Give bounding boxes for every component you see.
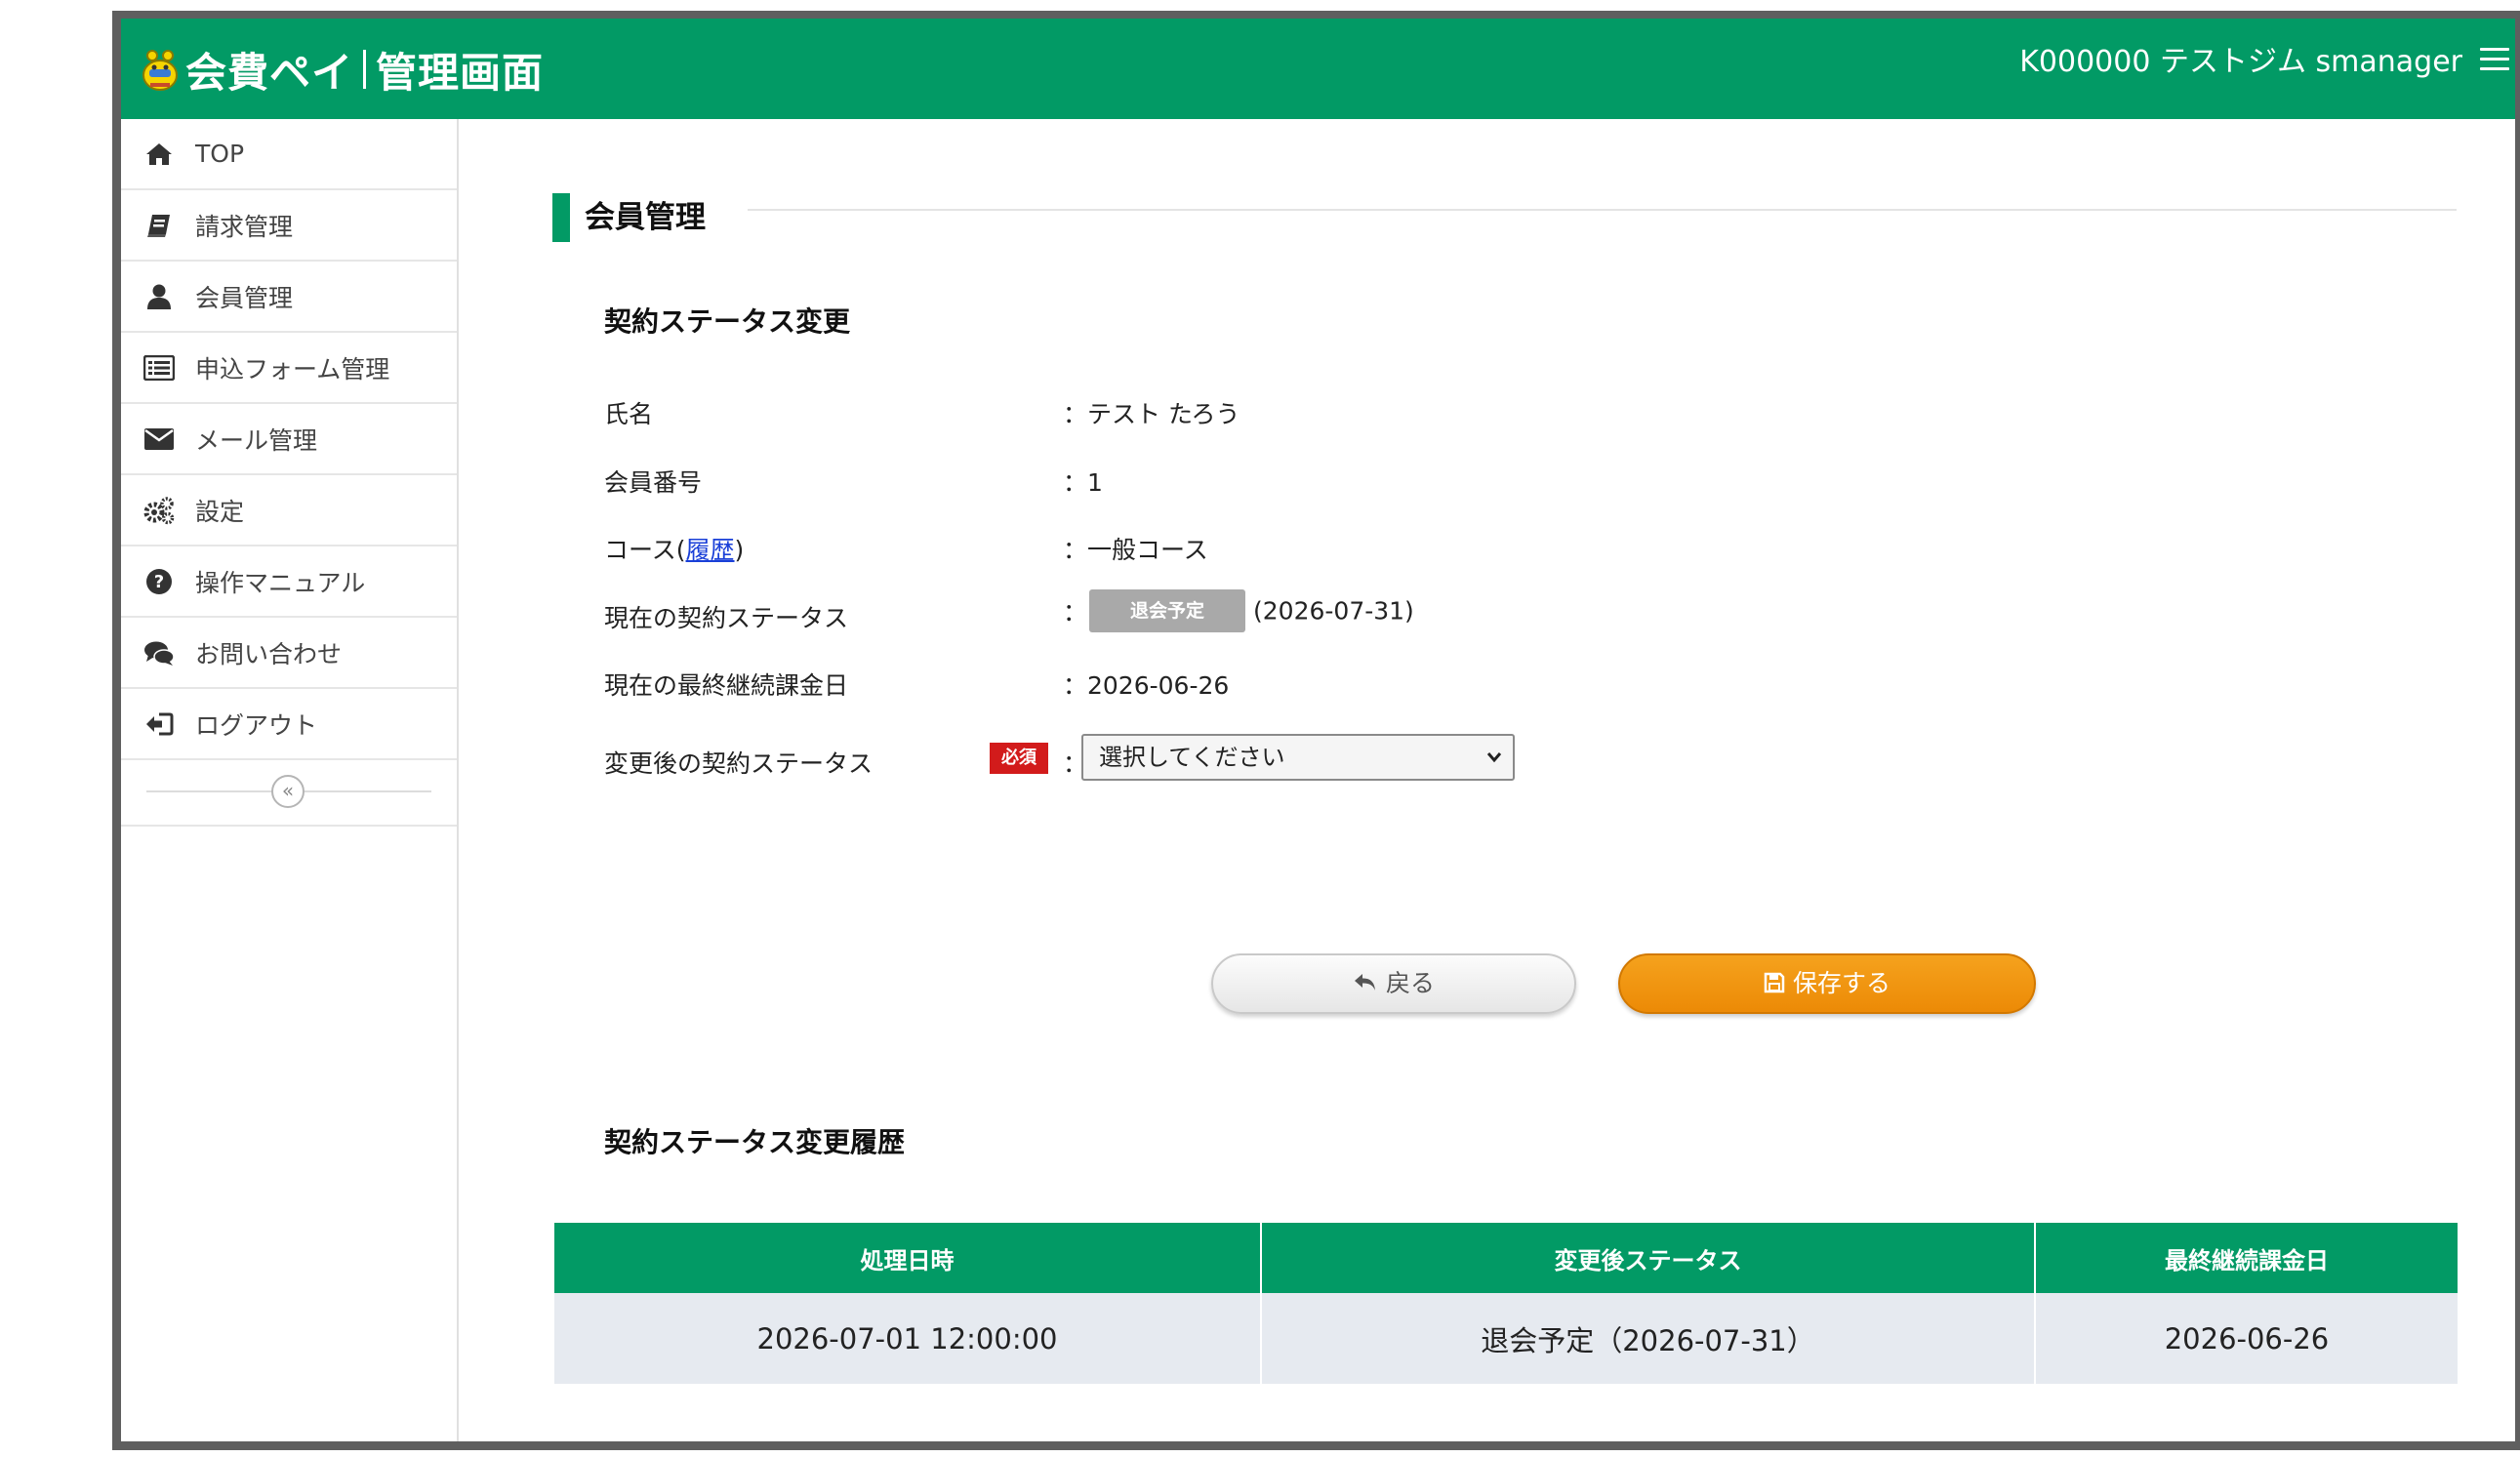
browser-frame: 会費ペイ 管理画面 K000000 テストジム smanager TOP 請求管… xyxy=(112,11,2520,1450)
user-icon xyxy=(142,280,176,313)
sidebar-item-application-forms[interactable]: 申込フォーム管理 xyxy=(121,333,457,404)
cell-last-billing-date: 2026-06-26 xyxy=(2035,1293,2458,1384)
new-status-select[interactable]: 選択してください xyxy=(1081,734,1515,781)
chevron-down-icon xyxy=(1485,736,1503,795)
sidebar-collapse-row: « xyxy=(121,760,457,827)
course-label-close: ) xyxy=(734,536,745,564)
back-button[interactable]: 戻る xyxy=(1211,953,1576,1014)
sidebar-item-logout[interactable]: ログアウト xyxy=(121,689,457,760)
sidebar-item-label: 申込フォーム管理 xyxy=(195,354,390,384)
chat-bubbles-icon xyxy=(142,636,176,669)
undo-arrow-icon xyxy=(1353,969,1378,997)
page-title: 会員管理 xyxy=(585,200,706,235)
book-icon xyxy=(142,209,176,242)
sidebar-item-label: 請求管理 xyxy=(195,212,294,241)
column-header-last-billing-date: 最終継続課金日 xyxy=(2035,1223,2458,1293)
name-value: ：テスト たろう xyxy=(1063,400,1240,428)
list-form-icon xyxy=(142,351,176,384)
mascot-logo-icon xyxy=(142,50,178,91)
sidebar-item-label: 会員管理 xyxy=(195,283,294,312)
status-history-table: 処理日時 変更後ステータス 最終継続課金日 2026-07-01 12:00:0… xyxy=(554,1223,2458,1384)
main-content: 会員管理 契約ステータス変更 氏名 ：テスト たろう 会員番号 ：1 コース(履… xyxy=(459,119,2515,1441)
gears-icon xyxy=(142,494,176,527)
last-billing-label: 現在の最終継続課金日 xyxy=(604,671,849,700)
course-value: ：一般コース xyxy=(1063,536,1208,564)
title-accent-bar xyxy=(552,193,570,242)
save-button[interactable]: 保存する xyxy=(1618,953,2036,1014)
sidebar: TOP 請求管理 会員管理 申込フォーム管理 メール管理 設定 ? 操作マニュア… xyxy=(121,119,459,1441)
floppy-disk-icon xyxy=(1764,969,1785,997)
question-circle-icon: ? xyxy=(142,565,176,598)
column-header-processed-at: 処理日時 xyxy=(554,1223,1262,1293)
cell-processed-at: 2026-07-01 12:00:00 xyxy=(554,1293,1262,1384)
back-button-label: 戻る xyxy=(1385,969,1435,997)
table-row: 2026-07-01 12:00:00 退会予定（2026-07-31） 202… xyxy=(554,1293,2458,1384)
sidebar-item-settings[interactable]: 設定 xyxy=(121,475,457,546)
required-badge: 必須 xyxy=(990,743,1048,774)
table-header-row: 処理日時 変更後ステータス 最終継続課金日 xyxy=(554,1223,2458,1293)
history-title: 契約ステータス変更履歴 xyxy=(604,1126,906,1158)
account-label: K000000 テストジム smanager xyxy=(2019,45,2462,79)
collapse-sidebar-button[interactable]: « xyxy=(271,775,305,808)
sidebar-item-manual[interactable]: ? 操作マニュアル xyxy=(121,546,457,618)
top-header: 会費ペイ 管理画面 K000000 テストジム smanager xyxy=(121,19,2515,119)
sidebar-item-mail[interactable]: メール管理 xyxy=(121,404,457,475)
page-title-row: 会員管理 xyxy=(552,193,2457,242)
sidebar-item-label: 操作マニュアル xyxy=(195,568,366,597)
column-header-new-status: 変更後ステータス xyxy=(1261,1223,2036,1293)
sign-out-icon xyxy=(142,708,176,741)
current-status-date: (2026-07-31) xyxy=(1253,596,1414,626)
logo-separator xyxy=(363,50,367,89)
status-badge: 退会予定 xyxy=(1089,589,1246,632)
course-label-text: コース( xyxy=(604,536,686,564)
sidebar-item-label: メール管理 xyxy=(195,425,318,455)
name-label: 氏名 xyxy=(604,400,654,428)
sidebar-item-label: TOP xyxy=(195,140,245,168)
envelope-icon xyxy=(142,423,176,456)
sidebar-item-label: ログアウト xyxy=(195,710,318,740)
home-icon xyxy=(142,138,176,171)
current-status-label: 現在の契約ステータス xyxy=(604,604,849,632)
svg-text:?: ? xyxy=(154,572,164,592)
save-button-label: 保存する xyxy=(1792,969,1890,997)
cell-new-status: 退会予定（2026-07-31） xyxy=(1261,1293,2036,1384)
sidebar-item-label: 設定 xyxy=(195,497,245,526)
member-number-value: ：1 xyxy=(1063,468,1103,497)
course-history-link[interactable]: 履歴 xyxy=(686,536,735,564)
sidebar-item-billing[interactable]: 請求管理 xyxy=(121,190,457,262)
sidebar-item-label: お問い合わせ xyxy=(195,639,343,668)
title-divider xyxy=(748,209,2457,211)
select-value: 選択してください xyxy=(1099,744,1285,771)
app-section: 管理画面 xyxy=(376,48,545,97)
current-status-colon: ： xyxy=(1063,598,1088,627)
hamburger-icon[interactable] xyxy=(2480,48,2509,73)
member-number-label: 会員番号 xyxy=(604,468,703,497)
form-title: 契約ステータス変更 xyxy=(604,305,851,338)
sidebar-item-contact[interactable]: お問い合わせ xyxy=(121,618,457,689)
last-billing-value: ：2026-06-26 xyxy=(1063,671,1230,700)
app-logo[interactable]: 会費ペイ 管理画面 xyxy=(141,32,544,106)
new-status-label: 変更後の契約ステータス xyxy=(604,749,874,778)
sidebar-item-top[interactable]: TOP xyxy=(121,119,457,190)
current-status-value: ：退会予定 (2026-07-31) xyxy=(1063,589,1414,632)
course-label: コース(履歴) xyxy=(604,531,744,566)
app-name: 会費ペイ xyxy=(185,48,354,97)
sidebar-item-members[interactable]: 会員管理 xyxy=(121,262,457,333)
